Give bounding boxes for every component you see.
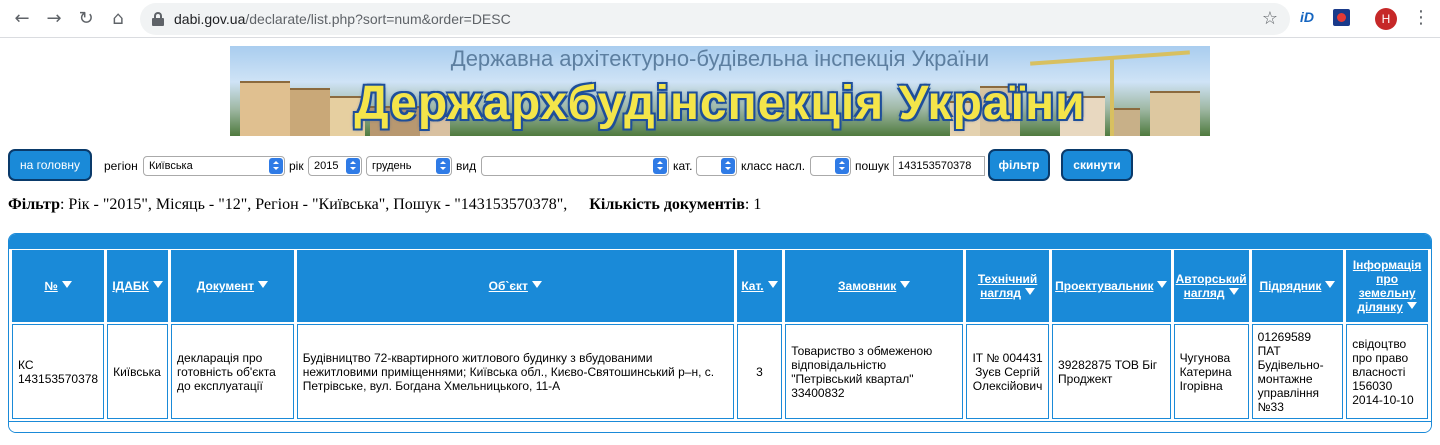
- filter-summary-label: Фільтр: [8, 196, 60, 213]
- column-header[interactable]: Авторський нагляд: [1173, 250, 1249, 322]
- search-label: пошук: [855, 159, 890, 173]
- chevron-updown-icon: [269, 158, 283, 174]
- browser-toolbar: ← → ↻ ⌂ dabi.gov.ua/declarate/list.php?s…: [0, 0, 1440, 38]
- column-header[interactable]: Кат.: [736, 250, 783, 322]
- sort-desc-icon[interactable]: [767, 281, 778, 288]
- back-icon[interactable]: ←: [10, 7, 34, 31]
- table-cell: декларація про готовність об'єкта до екс…: [171, 324, 294, 419]
- table-cell: Чугунова Катерина Ігорівна: [1173, 324, 1249, 419]
- column-header[interactable]: Документ: [171, 250, 294, 322]
- table-header-row: № ІДАБК Документ Об`єкт Кат. Замовник Те…: [12, 250, 1428, 322]
- chevron-updown-icon: [835, 158, 849, 174]
- table-cell: Будівництво 72-квартирного житлового буд…: [296, 324, 734, 419]
- profile-avatar[interactable]: H: [1375, 8, 1397, 30]
- column-header[interactable]: Проектувальник: [1052, 250, 1171, 322]
- column-header[interactable]: №: [12, 250, 105, 322]
- bookmark-star-icon[interactable]: ☆: [1262, 8, 1278, 29]
- category-select[interactable]: [696, 156, 737, 176]
- sort-desc-icon[interactable]: [1228, 288, 1239, 295]
- banner-title: Держархбудінспекція України: [354, 77, 1086, 130]
- table-cell: 3: [736, 324, 783, 419]
- type-label: вид: [456, 159, 477, 173]
- column-header[interactable]: Підрядник: [1251, 250, 1344, 322]
- table-cell: Київська: [107, 324, 169, 419]
- class-select[interactable]: [810, 156, 851, 176]
- extension-icon[interactable]: [1333, 9, 1350, 26]
- reload-icon[interactable]: ↻: [74, 7, 98, 31]
- banner-subtitle: Державна архітектурно-будівельна інспекц…: [450, 46, 990, 71]
- region-select[interactable]: Київська: [143, 156, 285, 176]
- filter-button[interactable]: фільтр: [988, 149, 1050, 181]
- chevron-updown-icon: [653, 158, 667, 174]
- chevron-updown-icon: [436, 158, 450, 174]
- document-count-label: Кількість документів: [589, 196, 745, 213]
- year-label: рік: [289, 159, 304, 173]
- sort-desc-icon[interactable]: [900, 281, 911, 288]
- table-row: КС 143153570378 Київська декларація про …: [12, 324, 1428, 419]
- column-header[interactable]: Технічний нагляд: [966, 250, 1050, 322]
- table-cell: 39282875 ТОВ Біг Проджект: [1052, 324, 1171, 419]
- results-table-container: № ІДАБК Документ Об`єкт Кат. Замовник Те…: [8, 233, 1432, 433]
- region-label: регіон: [104, 159, 138, 173]
- sort-desc-icon[interactable]: [61, 281, 72, 288]
- filter-summary: Фільтр: Рік - "2015", Місяць - "12", Рег…: [8, 196, 761, 214]
- sort-desc-icon[interactable]: [1025, 288, 1035, 295]
- menu-dots-icon[interactable]: ⋮: [1412, 7, 1430, 28]
- address-bar[interactable]: dabi.gov.ua/declarate/list.php?sort=num&…: [140, 3, 1290, 35]
- sort-desc-icon[interactable]: [152, 281, 163, 288]
- document-count-value: : 1: [744, 196, 762, 213]
- column-header[interactable]: ІДАБК: [107, 250, 169, 322]
- site-banner: Державна архітектурно-будівельна інспекц…: [230, 46, 1210, 136]
- table-cell: ІТ № 004431 Зуєв Сергій Олексійович: [966, 324, 1050, 419]
- sort-desc-icon[interactable]: [1406, 302, 1417, 309]
- sort-desc-icon[interactable]: [1157, 281, 1168, 288]
- extension-id-icon[interactable]: iD: [1300, 9, 1314, 25]
- chevron-updown-icon: [346, 158, 360, 174]
- category-label: кат.: [673, 159, 693, 173]
- table-cell: 01269589 ПАТ Будівельно-монтажне управлі…: [1251, 324, 1344, 419]
- year-select[interactable]: 2015: [308, 156, 362, 176]
- url-text[interactable]: dabi.gov.ua/declarate/list.php?sort=num&…: [174, 11, 511, 27]
- lock-icon[interactable]: [152, 12, 164, 26]
- home-button[interactable]: на головну: [8, 149, 92, 181]
- sort-desc-icon[interactable]: [1325, 281, 1336, 288]
- column-header[interactable]: Інформація про земельну ділянку: [1346, 250, 1428, 322]
- forward-icon[interactable]: →: [42, 7, 66, 31]
- chevron-updown-icon: [721, 158, 735, 174]
- class-label: класс насл.: [741, 159, 806, 173]
- reset-button[interactable]: скинути: [1061, 149, 1133, 181]
- table-cell: КС 143153570378: [12, 324, 105, 419]
- sort-desc-icon[interactable]: [258, 281, 269, 288]
- table-cell: Товариство з обмеженою відповідальністю …: [785, 324, 964, 419]
- month-select[interactable]: грудень: [366, 156, 452, 176]
- home-icon[interactable]: ⌂: [106, 7, 130, 31]
- table-cell: свідоцтво про право власності 156030 201…: [1346, 324, 1428, 419]
- search-input[interactable]: 143153570378: [893, 156, 985, 176]
- sort-desc-icon[interactable]: [531, 281, 542, 288]
- column-header[interactable]: Замовник: [785, 250, 964, 322]
- filter-toolbar: на головну регіон Київська рік 2015 груд…: [8, 149, 1438, 183]
- filter-summary-text: : Рік - "2015", Місяць - "12", Регіон - …: [59, 196, 568, 213]
- type-select[interactable]: [481, 156, 669, 176]
- column-header[interactable]: Об`єкт: [296, 250, 734, 322]
- results-table: № ІДАБК Документ Об`єкт Кат. Замовник Те…: [9, 248, 1431, 421]
